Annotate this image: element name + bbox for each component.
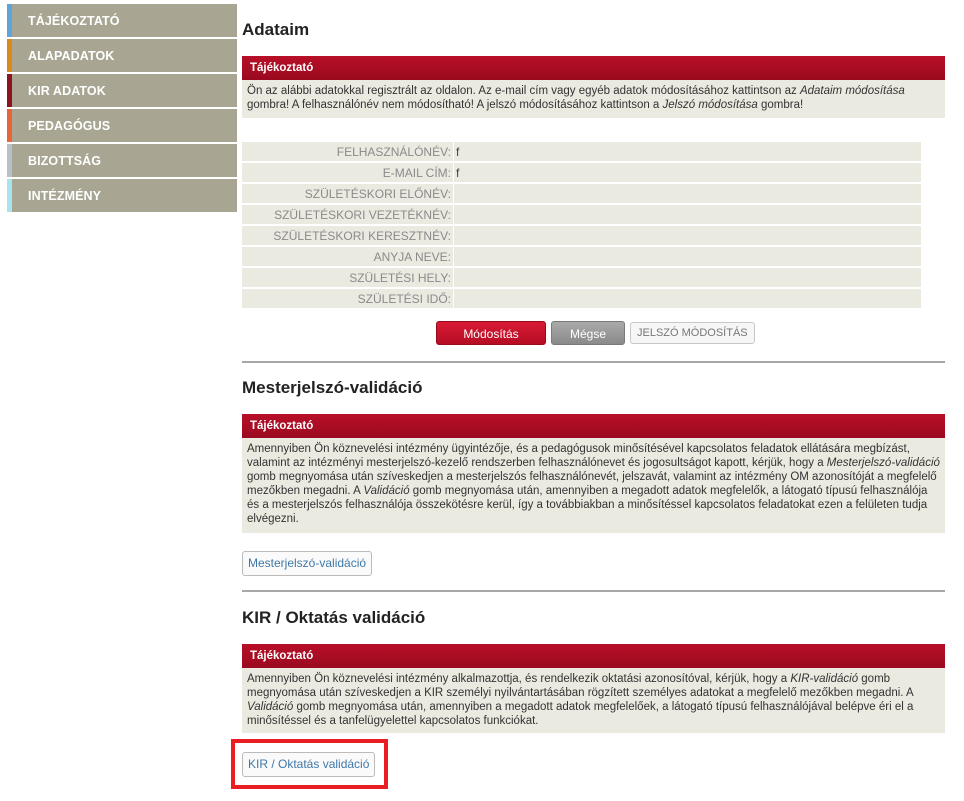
field-label: ANYJA NEVE: (242, 247, 453, 266)
sidebar-item-pedagogus[interactable]: PEDAGÓGUS (7, 109, 237, 142)
field-value (454, 184, 921, 203)
divider (242, 361, 945, 363)
sidebar: TÁJÉKOZTATÓ ALAPADATOK KIR ADATOK PEDAGÓ… (7, 4, 237, 214)
sidebar-item-alapadatok[interactable]: ALAPADATOK (7, 39, 237, 72)
table-row: FELHASZNÁLÓNÉV: f (242, 142, 921, 161)
master-info-text: Amennyiben Ön köznevelési intézmény ügyi… (247, 443, 940, 525)
highlight-box (231, 739, 388, 789)
field-label: FELHASZNÁLÓNÉV: (242, 142, 453, 161)
table-row: SZÜLETÉSI IDŐ: (242, 289, 921, 308)
kir-info-box: Tájékoztató Amennyiben Ön köznevelési in… (242, 644, 945, 733)
field-label: SZÜLETÉSKORI VEZETÉKNÉV: (242, 205, 453, 224)
sidebar-item-tajekoztato[interactable]: TÁJÉKOZTATÓ (7, 4, 237, 37)
table-row: ANYJA NEVE: (242, 247, 921, 266)
sidebar-item-label: KIR ADATOK (28, 83, 106, 98)
field-value (454, 205, 921, 224)
field-label: SZÜLETÉSI HELY: (242, 268, 453, 287)
table-row: SZÜLETÉSI HELY: (242, 268, 921, 287)
sidebar-item-kir-adatok[interactable]: KIR ADATOK (7, 74, 237, 107)
adataim-info-text: Ön az alábbi adatokkal regisztrált az ol… (247, 85, 905, 111)
table-row: SZÜLETÉSKORI ELŐNÉV: (242, 184, 921, 203)
master-info-box: Tájékoztató Amennyiben Ön köznevelési in… (242, 414, 945, 533)
adataim-info-box: Tájékoztató Ön az alábbi adatokkal regis… (242, 56, 945, 118)
adataim-title: Adataim (242, 20, 310, 39)
cancel-button[interactable]: Mégse (551, 321, 625, 345)
kir-info-text: Amennyiben Ön köznevelési intézmény alka… (247, 673, 914, 727)
sidebar-item-label: BIZOTTSÁG (28, 153, 102, 168)
sidebar-item-label: INTÉZMÉNY (28, 188, 102, 203)
password-change-button[interactable]: JELSZÓ MÓDOSÍTÁS (630, 322, 755, 344)
field-value (454, 268, 921, 287)
field-value (454, 247, 921, 266)
table-row: SZÜLETÉSKORI VEZETÉKNÉV: (242, 205, 921, 224)
adataim-buttons: Módosítás Mégse JELSZÓ MÓDOSÍTÁS (436, 321, 755, 345)
field-label: E-MAIL CÍM: (242, 163, 453, 182)
sidebar-item-intezmeny[interactable]: INTÉZMÉNY (7, 179, 237, 212)
master-validation-title: Mesterjelszó-validáció (242, 378, 423, 397)
field-value (454, 289, 921, 308)
modify-button[interactable]: Módosítás (436, 321, 546, 345)
sidebar-item-bizottsag[interactable]: BIZOTTSÁG (7, 144, 237, 177)
field-label: SZÜLETÉSI IDŐ: (242, 289, 453, 308)
field-value: f (454, 163, 921, 182)
kir-info-title: Tájékoztató (242, 644, 945, 668)
user-data-table: FELHASZNÁLÓNÉV: f E-MAIL CÍM: f SZÜLETÉSKO… (242, 140, 921, 310)
sidebar-item-label: PEDAGÓGUS (28, 118, 111, 133)
field-value (454, 226, 921, 245)
master-validation-button[interactable]: Mesterjelszó-validáció (242, 551, 373, 576)
table-row: E-MAIL CÍM: f (242, 163, 921, 182)
field-label: SZÜLETÉSKORI ELŐNÉV: (242, 184, 453, 203)
field-label: SZÜLETÉSKORI KERESZTNÉV: (242, 226, 453, 245)
field-value: f (454, 142, 921, 161)
sidebar-item-label: ALAPADATOK (28, 48, 115, 63)
kir-validation-title: KIR / Oktatás validáció (242, 608, 426, 627)
master-info-title: Tájékoztató (242, 414, 945, 438)
adataim-info-title: Tájékoztató (242, 56, 945, 80)
divider (242, 590, 945, 592)
table-row: SZÜLETÉSKORI KERESZTNÉV: (242, 226, 921, 245)
sidebar-item-label: TÁJÉKOZTATÓ (28, 13, 120, 28)
